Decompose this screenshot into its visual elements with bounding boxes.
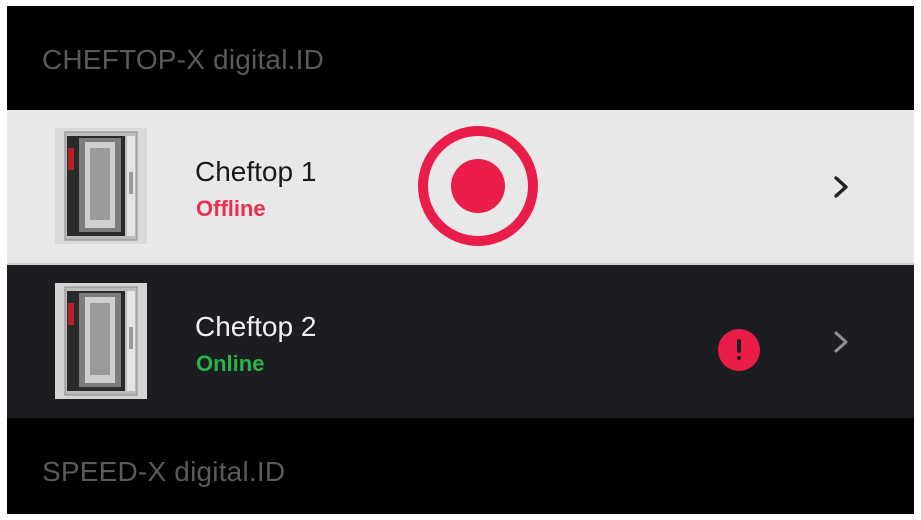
alert-icon-bar	[737, 339, 741, 353]
alert-icon[interactable]	[718, 329, 760, 371]
section-header-speed: SPEED-X digital.ID	[7, 418, 914, 514]
alert-icon-dot	[737, 356, 741, 360]
device-name: Cheftop 2	[195, 311, 317, 342]
section-title: CHEFTOP-X digital.ID	[42, 44, 324, 75]
device-row-cheftop-2[interactable]: Cheftop 2 Online	[7, 265, 914, 418]
oven-image	[55, 128, 147, 244]
section-title: SPEED-X digital.ID	[42, 456, 286, 487]
device-list-screen: CHEFTOP-X digital.ID Cheftop 1 Offline C…	[7, 6, 914, 514]
device-status: Offline	[196, 196, 266, 221]
device-status: Online	[196, 351, 265, 376]
chevron-right-icon[interactable]	[829, 174, 853, 200]
device-name: Cheftop 1	[195, 156, 317, 187]
tap-indicator	[418, 126, 538, 246]
section-header-cheftop: CHEFTOP-X digital.ID	[7, 6, 914, 109]
oven-image	[55, 283, 147, 399]
chevron-right-icon[interactable]	[829, 329, 853, 355]
